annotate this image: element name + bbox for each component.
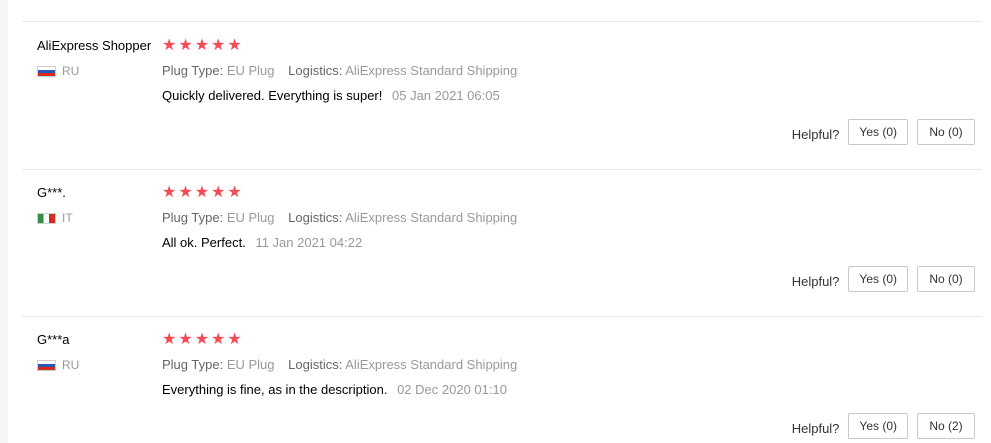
star-icon: ★: [178, 35, 193, 54]
star-icon: ★: [194, 35, 210, 54]
review-item: AliExpress Shopper RU ★ ★ ★ ★ ★ Plug Typ…: [22, 22, 982, 170]
logistics-label: Logistics:: [288, 210, 343, 225]
review-content: Quickly delivered. Everything is super! …: [162, 88, 500, 103]
helpful-label: Helpful?: [791, 273, 840, 289]
plug-type-prop: Plug Type: EU Plug: [162, 63, 278, 78]
flag-it-icon: [37, 212, 56, 224]
reviewer-country: IT: [37, 211, 73, 225]
review-content: Everything is fine, as in the descriptio…: [162, 382, 507, 397]
left-edge-strip: [0, 0, 8, 443]
country-code: RU: [62, 358, 80, 372]
star-icon: ★: [227, 35, 242, 54]
review-text: All ok. Perfect.: [162, 235, 246, 250]
star-icon: ★: [178, 329, 193, 348]
helpful-label: Helpful?: [791, 420, 840, 436]
star-icon: ★: [162, 35, 177, 54]
star-rating: ★ ★ ★ ★ ★: [162, 184, 242, 200]
plug-type-value: EU Plug: [226, 63, 275, 78]
star-icon: ★: [194, 329, 210, 348]
review-item: G***. IT ★ ★ ★ ★ ★ Plug Type: EU Plug Lo…: [22, 169, 982, 317]
reviewer-name: G***.: [37, 185, 66, 200]
helpful-label: Helpful?: [791, 126, 840, 142]
reviewer-country: RU: [37, 358, 79, 372]
review-content: All ok. Perfect. 11 Jan 2021 04:22: [162, 235, 362, 250]
reviewer-name: AliExpress Shopper: [37, 38, 152, 53]
star-icon: ★: [211, 182, 226, 201]
order-properties: Plug Type: EU Plug Logistics: AliExpress…: [162, 357, 527, 372]
logistics-value: AliExpress Standard Shipping: [345, 357, 518, 372]
reviewer-name: G***a: [37, 332, 70, 347]
helpful-no-button[interactable]: No (0): [917, 119, 975, 145]
plug-type-label: Plug Type:: [162, 210, 224, 225]
review-text: Quickly delivered. Everything is super!: [162, 88, 383, 103]
star-rating: ★ ★ ★ ★ ★: [162, 331, 242, 347]
flag-ru-icon: [37, 359, 56, 371]
order-properties: Plug Type: EU Plug Logistics: AliExpress…: [162, 63, 527, 78]
star-icon: ★: [211, 35, 226, 54]
country-code: IT: [62, 211, 73, 225]
helpful-vote: Helpful? Yes (0) No (0): [792, 119, 975, 145]
plug-type-value: EU Plug: [226, 210, 275, 225]
star-icon: ★: [162, 329, 177, 348]
review-date: 11 Jan 2021 04:22: [255, 235, 363, 250]
star-icon: ★: [162, 182, 177, 201]
helpful-yes-button[interactable]: Yes (0): [848, 119, 908, 145]
logistics-prop: Logistics: AliExpress Standard Shipping: [288, 63, 517, 78]
star-icon: ★: [227, 182, 242, 201]
logistics-label: Logistics:: [288, 357, 343, 372]
review-item: G***a RU ★ ★ ★ ★ ★ Plug Type: EU Plug Lo…: [22, 316, 982, 443]
helpful-vote: Helpful? Yes (0) No (2): [792, 413, 975, 439]
helpful-vote: Helpful? Yes (0) No (0): [792, 266, 975, 292]
reviewer-country: RU: [37, 64, 79, 78]
order-properties: Plug Type: EU Plug Logistics: AliExpress…: [162, 210, 527, 225]
logistics-value: AliExpress Standard Shipping: [345, 210, 518, 225]
logistics-value: AliExpress Standard Shipping: [345, 63, 518, 78]
helpful-yes-button[interactable]: Yes (0): [848, 266, 908, 292]
plug-type-value: EU Plug: [226, 357, 275, 372]
logistics-label: Logistics:: [288, 63, 343, 78]
helpful-no-button[interactable]: No (2): [917, 413, 975, 439]
helpful-yes-button[interactable]: Yes (0): [848, 413, 908, 439]
country-code: RU: [62, 64, 80, 78]
review-date: 05 Jan 2021 06:05: [392, 88, 500, 103]
star-icon: ★: [227, 329, 242, 348]
review-text: Everything is fine, as in the descriptio…: [162, 382, 388, 397]
logistics-prop: Logistics: AliExpress Standard Shipping: [288, 210, 517, 225]
star-icon: ★: [194, 182, 210, 201]
plug-type-label: Plug Type:: [162, 357, 224, 372]
plug-type-label: Plug Type:: [162, 63, 224, 78]
star-icon: ★: [178, 182, 193, 201]
plug-type-prop: Plug Type: EU Plug: [162, 357, 278, 372]
plug-type-prop: Plug Type: EU Plug: [162, 210, 278, 225]
helpful-no-button[interactable]: No (0): [917, 266, 975, 292]
review-list-page: AliExpress Shopper RU ★ ★ ★ ★ ★ Plug Typ…: [0, 0, 991, 443]
flag-ru-icon: [37, 65, 56, 77]
review-date: 02 Dec 2020 01:10: [397, 382, 507, 397]
star-icon: ★: [211, 329, 226, 348]
logistics-prop: Logistics: AliExpress Standard Shipping: [288, 357, 517, 372]
star-rating: ★ ★ ★ ★ ★: [162, 37, 242, 53]
